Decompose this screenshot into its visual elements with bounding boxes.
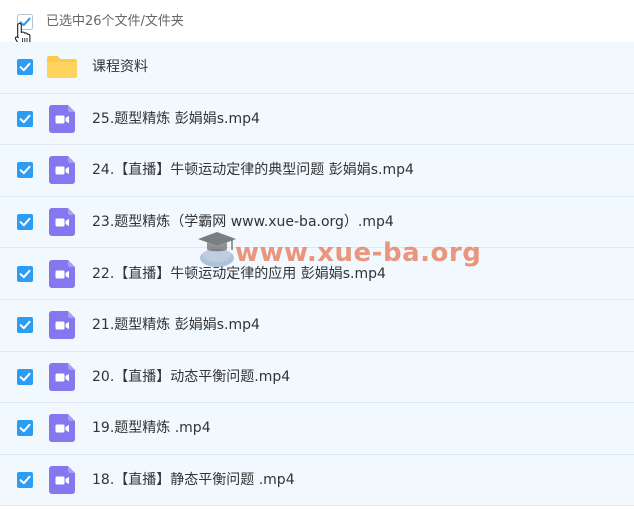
file-name[interactable]: 18.【直播】静态平衡问题 .mp4 <box>92 470 295 490</box>
file-name[interactable]: 20.【直播】动态平衡问题.mp4 <box>92 367 290 387</box>
row-checkbox[interactable] <box>17 162 33 179</box>
file-name[interactable]: 24.【直播】牛顿运动定律的典型问题 彭娟娟s.mp4 <box>92 160 414 180</box>
row-checkbox[interactable] <box>17 59 33 76</box>
list-item-video[interactable]: 22.【直播】牛顿运动定律的应用 彭娟娟s.mp4 <box>0 248 634 300</box>
video-file-icon <box>49 156 75 185</box>
list-item-video[interactable]: 23.题型精炼（学霸网 www.xue-ba.org）.mp4 <box>0 196 634 249</box>
list-item-video[interactable]: 19.题型精炼 .mp4 <box>0 403 634 455</box>
row-checkbox[interactable] <box>17 110 33 127</box>
file-name[interactable]: 23.题型精炼（学霸网 www.xue-ba.org）.mp4 <box>92 212 394 232</box>
row-checkbox[interactable] <box>17 472 33 489</box>
folder-icon <box>47 56 77 79</box>
list-item-video[interactable]: 24.【直播】牛顿运动定律的典型问题 彭娟娟s.mp4 <box>0 145 634 197</box>
row-checkbox[interactable] <box>17 368 33 385</box>
list-item-video[interactable]: 18.【直播】静态平衡问题 .mp4 <box>0 454 634 507</box>
file-name[interactable]: 课程资料 <box>92 57 148 77</box>
file-list: 课程资料 25.题型精炼 彭娟娟s.mp4 24.【直播】牛顿运动定律的典型问题… <box>0 42 634 507</box>
file-name[interactable]: 25.题型精炼 彭娟娟s.mp4 <box>92 109 260 129</box>
row-checkbox[interactable] <box>17 265 33 282</box>
file-name[interactable]: 22.【直播】牛顿运动定律的应用 彭娟娟s.mp4 <box>92 264 386 284</box>
file-name[interactable]: 21.题型精炼 彭娟娟s.mp4 <box>92 315 260 335</box>
list-item-video[interactable]: 25.题型精炼 彭娟娟s.mp4 <box>0 93 634 146</box>
video-file-icon <box>49 259 75 288</box>
video-file-icon <box>49 362 75 391</box>
row-checkbox[interactable] <box>17 317 33 334</box>
row-checkbox[interactable] <box>17 420 33 437</box>
row-checkbox[interactable] <box>17 214 33 231</box>
selection-count-label: 已选中26个文件/文件夹 <box>46 14 184 29</box>
video-file-icon <box>49 414 75 443</box>
list-item-folder[interactable]: 课程资料 <box>0 42 634 94</box>
list-item-video[interactable]: 21.题型精炼 彭娟娟s.mp4 <box>0 299 634 352</box>
list-item-video[interactable]: 20.【直播】动态平衡问题.mp4 <box>0 351 634 404</box>
file-list-page: 已选中26个文件/文件夹 课程资料 25.题型精炼 彭娟娟s.mp4 24.【直… <box>0 0 634 509</box>
selection-header: 已选中26个文件/文件夹 <box>0 0 634 42</box>
file-name[interactable]: 19.题型精炼 .mp4 <box>92 418 211 438</box>
video-file-icon <box>49 311 75 340</box>
video-file-icon <box>49 104 75 133</box>
video-file-icon <box>49 208 75 237</box>
video-file-icon <box>49 466 75 495</box>
